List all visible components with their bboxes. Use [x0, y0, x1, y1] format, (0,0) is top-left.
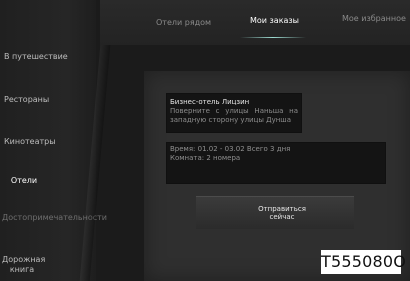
sidebar-item-travel[interactable]: В путешествие: [4, 52, 82, 62]
order-details-card: Время: 01.02 - 03.02 Всего 3 дня Комната…: [166, 142, 386, 184]
hotel-directions: Поверните с улицы Наньша на западную сто…: [170, 107, 298, 124]
hotel-info-card[interactable]: Бизнес-отель Лицзин Поверните с улицы На…: [166, 93, 302, 133]
app-frame: В путешествие Рестораны Кинотеатры Отели…: [0, 0, 410, 281]
sidebar-item-restaurants[interactable]: Рестораны: [4, 95, 82, 105]
sidebar-item-road-book[interactable]: Дорожная книга: [2, 255, 45, 275]
active-tab-indicator: [240, 37, 306, 38]
code-badge: T555080O: [321, 250, 406, 274]
hotel-name: Бизнес-отель Лицзин: [170, 98, 250, 106]
sidebar-item-cinemas[interactable]: Кинотеатры: [4, 137, 56, 147]
go-now-label: Отправиться сейчас: [258, 205, 306, 221]
tab-favorites[interactable]: Мое избранное: [342, 14, 406, 23]
sidebar-item-hotels[interactable]: Отели: [4, 176, 44, 186]
sidebar-item-attractions[interactable]: Достопримечательности: [2, 213, 107, 223]
go-now-button[interactable]: Отправиться сейчас: [196, 196, 354, 229]
order-dates: Время: 01.02 - 03.02 Всего 3 дня: [170, 145, 291, 153]
tab-my-orders[interactable]: Мои заказы: [250, 16, 299, 25]
tab-nearby-hotels[interactable]: Отели рядом: [156, 18, 211, 27]
order-rooms: Комната: 2 номера: [170, 154, 241, 162]
sidebar: В путешествие Рестораны Кинотеатры Отели…: [0, 0, 107, 281]
